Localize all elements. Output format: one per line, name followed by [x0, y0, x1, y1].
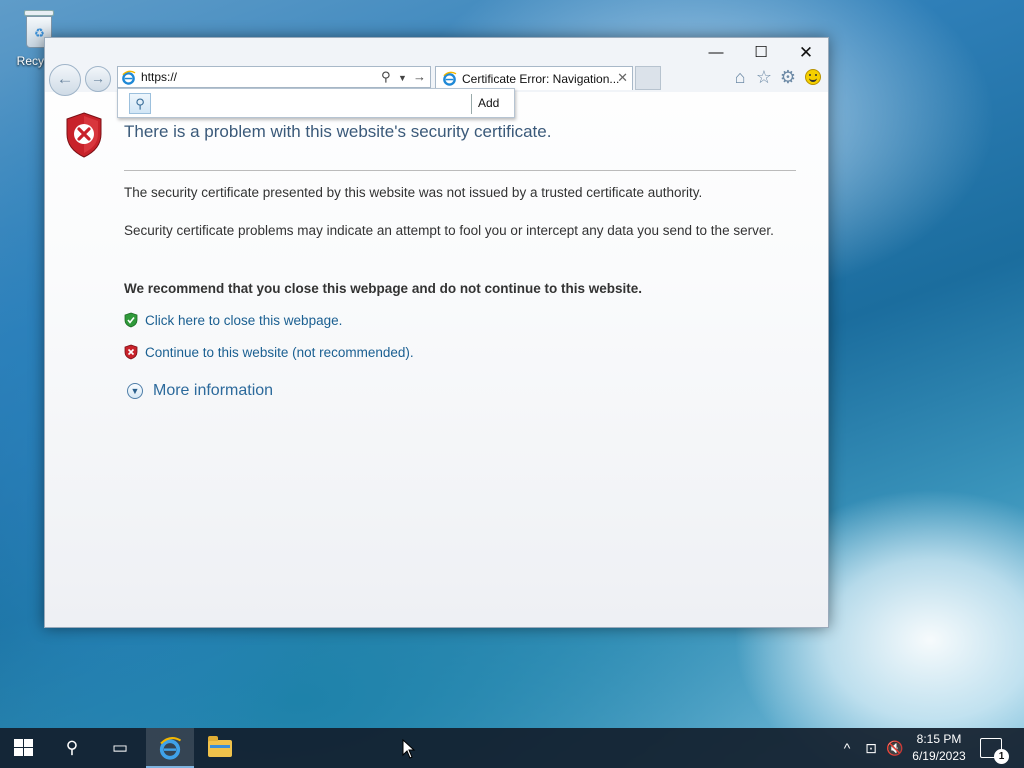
- heading-divider: [124, 170, 796, 171]
- tab-title: Certificate Error: Navigation...: [462, 72, 620, 86]
- taskbar-search-button[interactable]: ⚲: [48, 728, 96, 768]
- start-button[interactable]: [0, 728, 48, 768]
- page-heading: There is a problem with this website's s…: [124, 122, 552, 141]
- close-webpage-link[interactable]: Click here to close this webpage.: [145, 313, 342, 328]
- clock-time: 8:15 PM: [916, 732, 962, 746]
- search-icon[interactable]: ⚲: [381, 69, 391, 85]
- dropdown-chevron-icon[interactable]: ▼: [398, 73, 407, 83]
- security-warning-text: Security certificate problems may indica…: [124, 223, 774, 238]
- expand-chevron-icon: ▼: [127, 383, 143, 399]
- continue-website-link[interactable]: Continue to this website (not recommende…: [145, 345, 414, 360]
- add-search-provider-button[interactable]: Add: [478, 96, 499, 110]
- error-shield-icon: [66, 112, 102, 158]
- search-icon: ⚲: [65, 738, 79, 757]
- green-shield-check-icon: [124, 312, 138, 328]
- network-icon[interactable]: ⊡: [860, 728, 882, 768]
- feedback-smiley-icon[interactable]: [802, 66, 824, 88]
- browser-chrome: — ☐ ✕ ← → https:// ⚲ ▼ → Certificate Err…: [45, 38, 829, 96]
- ie-logo-icon: [122, 70, 136, 85]
- favorites-star-icon[interactable]: ☆: [753, 66, 775, 88]
- more-information-toggle[interactable]: ▼ More information: [127, 382, 273, 400]
- back-button[interactable]: ←: [49, 64, 81, 96]
- task-view-icon: ▭: [111, 738, 129, 757]
- ie-logo-icon: [159, 737, 182, 760]
- folder-icon: [208, 736, 232, 757]
- maximize-button[interactable]: ☐: [738, 40, 784, 66]
- back-arrow-icon: ←: [56, 69, 74, 88]
- volume-muted-icon[interactable]: 🔇: [884, 728, 906, 768]
- go-arrow-icon[interactable]: →: [413, 69, 426, 84]
- red-shield-x-icon: [124, 344, 138, 360]
- dropdown-divider: [471, 94, 472, 114]
- action-center-button[interactable]: 1: [980, 738, 1009, 764]
- untrusted-authority-text: The security certificate presented by th…: [124, 185, 703, 200]
- taskbar-file-explorer[interactable]: [196, 728, 244, 768]
- settings-gear-icon[interactable]: ⚙: [777, 66, 799, 88]
- new-tab-button[interactable]: [635, 66, 661, 90]
- search-provider-icon[interactable]: ⚲: [129, 93, 151, 114]
- close-tab-icon[interactable]: ✕: [617, 70, 628, 86]
- forward-arrow-icon: →: [91, 70, 105, 86]
- taskbar-clock[interactable]: 8:15 PM 6/19/2023: [906, 731, 972, 765]
- browser-window: — ☐ ✕ ← → https:// ⚲ ▼ → Certificate Err…: [44, 37, 829, 628]
- minimize-button[interactable]: —: [693, 40, 739, 66]
- ie-tab-icon: [443, 71, 457, 86]
- home-icon[interactable]: ⌂: [729, 66, 751, 88]
- mouse-cursor-icon: [402, 739, 416, 759]
- clock-date: 6/19/2023: [912, 749, 966, 763]
- forward-button[interactable]: →: [85, 66, 111, 92]
- more-information-label: More information: [153, 382, 274, 399]
- tab-certificate-error[interactable]: Certificate Error: Navigation... ✕: [435, 66, 633, 90]
- close-webpage-row: Click here to close this webpage.: [124, 312, 342, 328]
- search-provider-dropdown: ⚲ Add: [117, 88, 515, 118]
- close-window-button[interactable]: ✕: [783, 40, 829, 66]
- recommendation-text: We recommend that you close this webpage…: [124, 281, 643, 296]
- continue-website-row: Continue to this website (not recommende…: [124, 344, 414, 360]
- address-bar[interactable]: https:// ⚲ ▼ →: [117, 66, 431, 88]
- task-view-button[interactable]: ▭: [96, 728, 144, 768]
- notification-count-badge: 1: [994, 749, 1009, 764]
- taskbar-internet-explorer[interactable]: [146, 728, 194, 768]
- taskbar: ⚲ ▭ ^ ⊡ 🔇 8:15 PM 6/19/2023 1: [0, 728, 1024, 768]
- windows-logo-icon: [14, 739, 34, 757]
- address-url: https://: [141, 70, 178, 84]
- show-hidden-icons-chevron[interactable]: ^: [838, 728, 856, 768]
